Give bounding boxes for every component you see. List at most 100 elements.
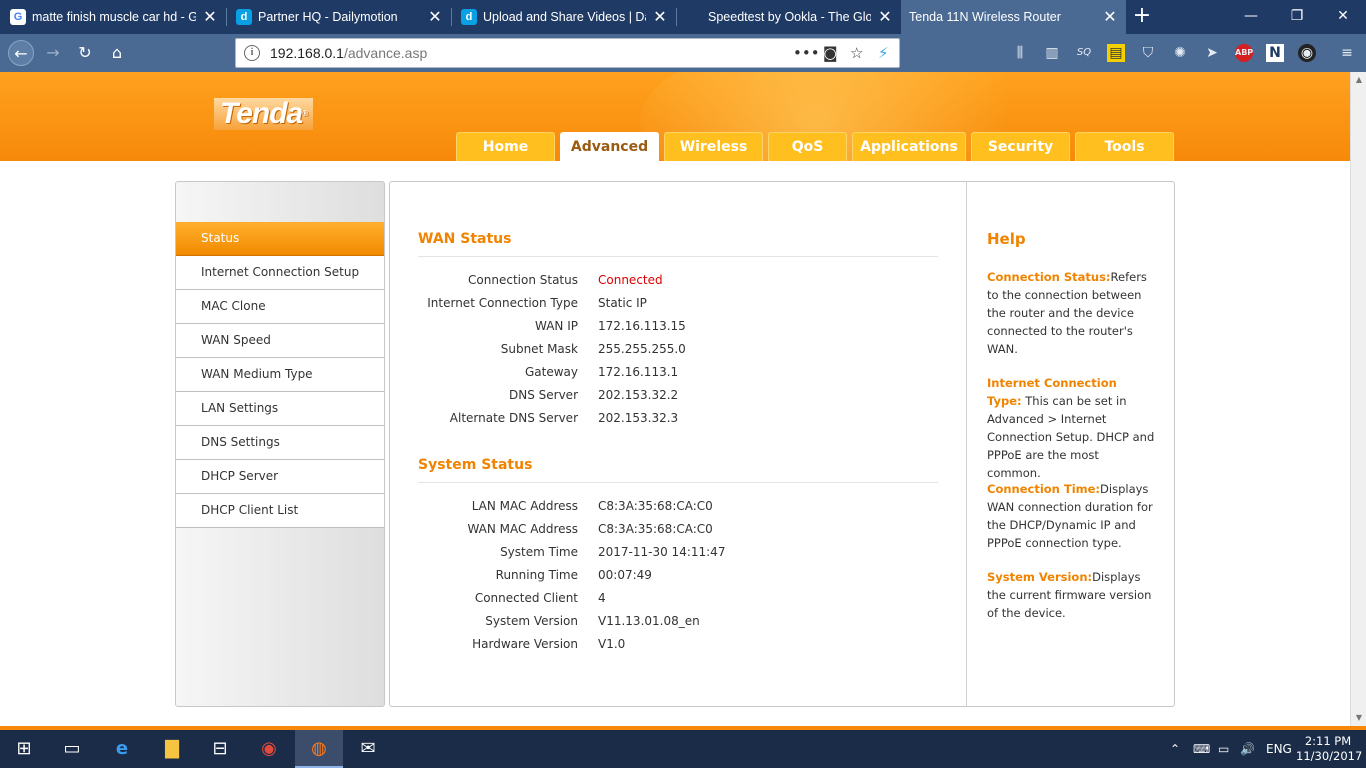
- notes-icon[interactable]: ▤: [1107, 44, 1125, 62]
- scroll-up-icon[interactable]: ▲: [1351, 72, 1366, 88]
- library-icon[interactable]: ⫼: [1011, 44, 1029, 62]
- close-tab-icon[interactable]: ✕: [652, 0, 668, 34]
- sidebar: Status Internet Connection Setup MAC Clo…: [175, 181, 385, 707]
- row-value: 00:07:49: [598, 568, 652, 582]
- sidebar-item-internet-connection-setup[interactable]: Internet Connection Setup: [176, 256, 384, 290]
- reload-button[interactable]: ↻: [72, 40, 98, 66]
- tab-applications[interactable]: Applications: [852, 132, 966, 161]
- sq-icon[interactable]: SQ: [1075, 44, 1093, 62]
- row-value: 255.255.255.0: [598, 342, 686, 356]
- back-button[interactable]: ←: [8, 40, 34, 66]
- site-info-icon[interactable]: i: [244, 45, 260, 61]
- connection-status-value: Connected: [598, 273, 663, 287]
- url-text: 192.168.0.1/advance.asp: [270, 39, 427, 67]
- minimize-icon[interactable]: —: [1228, 0, 1274, 34]
- logo-registered-mark: ®: [302, 109, 308, 118]
- close-tab-icon[interactable]: ✕: [427, 0, 443, 34]
- new-tab-button[interactable]: +: [1130, 2, 1154, 32]
- sidebar-item-status[interactable]: Status: [176, 222, 384, 256]
- browser-toolbar: ← → ↻ ⌂ i 192.168.0.1/advance.asp ••• ◙ …: [0, 34, 1366, 72]
- sidebar-item-wan-medium-type[interactable]: WAN Medium Type: [176, 358, 384, 392]
- wan-row: Internet Connection Type Static IP: [418, 292, 938, 315]
- address-bar[interactable]: i 192.168.0.1/advance.asp ••• ◙ ☆ ⚡: [235, 38, 900, 68]
- close-tab-icon[interactable]: ✕: [1102, 0, 1118, 34]
- row-label: Connected Client: [474, 591, 578, 605]
- row-label: System Time: [500, 545, 578, 559]
- menu-icon[interactable]: ≡: [1338, 44, 1356, 62]
- battery-icon[interactable]: ▭: [1218, 730, 1229, 768]
- sidebar-item-dns-settings[interactable]: DNS Settings: [176, 426, 384, 460]
- tab-wireless[interactable]: Wireless: [664, 132, 763, 161]
- wan-row: WAN IP 172.16.113.15: [418, 315, 938, 338]
- sidebar-item-wan-speed[interactable]: WAN Speed: [176, 324, 384, 358]
- status-panel: WAN Status Connection Status Connected In…: [389, 181, 1175, 707]
- browser-tab[interactable]: G matte finish muscle car hd - Go ✕: [0, 0, 226, 34]
- scroll-down-icon[interactable]: ▼: [1351, 710, 1366, 726]
- close-window-icon[interactable]: ✕: [1320, 0, 1366, 34]
- volume-icon[interactable]: 🔊: [1240, 730, 1255, 768]
- system-row: LAN MAC Address C8:3A:35:68:CA:C0: [418, 495, 938, 518]
- row-value: 4: [598, 591, 606, 605]
- store-icon[interactable]: ⊟: [196, 730, 244, 768]
- extension-icon[interactable]: ✺: [1171, 44, 1189, 62]
- chrome-icon[interactable]: ◉: [245, 730, 293, 768]
- page-scrollbar[interactable]: ▲ ▼: [1350, 72, 1366, 726]
- close-tab-icon[interactable]: ✕: [877, 0, 893, 34]
- row-label: Connection Status: [468, 273, 578, 287]
- sidebar-item-dhcp-client-list[interactable]: DHCP Client List: [176, 494, 384, 528]
- bookmark-star-icon[interactable]: ☆: [850, 39, 863, 67]
- forward-button[interactable]: →: [40, 40, 66, 66]
- browser-tab[interactable]: d Partner HQ - Dailymotion ✕: [226, 0, 451, 34]
- logo-text: Tenda: [220, 97, 303, 130]
- row-label: Hardware Version: [472, 637, 578, 651]
- firefox-icon[interactable]: ◍: [295, 730, 343, 768]
- tab-tools[interactable]: Tools: [1075, 132, 1174, 161]
- system-row: System Version V11.13.01.08_en: [418, 610, 938, 633]
- tab-advanced[interactable]: Advanced: [560, 132, 659, 161]
- browser-tab[interactable]: d Upload and Share Videos | Daily ✕: [451, 0, 676, 34]
- tab-title: matte finish muscle car hd - Go: [32, 10, 196, 24]
- browser-tab-bar: G matte finish muscle car hd - Go ✕ d Pa…: [0, 0, 1366, 34]
- sidebar-item-mac-clone[interactable]: MAC Clone: [176, 290, 384, 324]
- abp-icon[interactable]: ABP: [1235, 44, 1253, 62]
- sidebar-item-dhcp-server[interactable]: DHCP Server: [176, 460, 384, 494]
- sidebar-icon[interactable]: ▥: [1043, 44, 1061, 62]
- row-value: C8:3A:35:68:CA:C0: [598, 499, 713, 513]
- taskbar-clock[interactable]: 2:11 PM 11/30/2017: [1296, 734, 1362, 764]
- close-tab-icon[interactable]: ✕: [202, 0, 218, 34]
- browser-tab-active[interactable]: Tenda 11N Wireless Router ✕: [901, 0, 1126, 34]
- wan-row: Connection Status Connected: [418, 269, 938, 292]
- tab-home[interactable]: Home: [456, 132, 555, 161]
- shield-icon[interactable]: ⛉: [1139, 44, 1157, 62]
- google-favicon-icon: G: [10, 9, 26, 25]
- sidebar-item-lan-settings[interactable]: LAN Settings: [176, 392, 384, 426]
- language-indicator[interactable]: ENG: [1266, 730, 1292, 768]
- arrow-icon[interactable]: ➤: [1203, 44, 1221, 62]
- row-label: WAN MAC Address: [467, 522, 578, 536]
- system-row: Hardware Version V1.0: [418, 633, 938, 656]
- task-view-icon[interactable]: ▭: [48, 730, 96, 768]
- n-icon[interactable]: N: [1266, 44, 1284, 62]
- tab-title: Upload and Share Videos | Daily: [483, 10, 646, 24]
- mail-icon[interactable]: ✉: [344, 730, 392, 768]
- start-icon[interactable]: ⊞: [0, 730, 48, 768]
- tab-security[interactable]: Security: [971, 132, 1070, 161]
- dailymotion-favicon-icon: d: [236, 9, 252, 25]
- restore-icon[interactable]: ❐: [1274, 0, 1320, 34]
- home-button[interactable]: ⌂: [104, 40, 130, 66]
- row-value: Static IP: [598, 296, 647, 310]
- row-value: 172.16.113.1: [598, 365, 679, 379]
- browser-tab[interactable]: Speedtest by Ookla - The Globa ✕: [676, 0, 901, 34]
- lightning-icon[interactable]: ⚡: [878, 39, 889, 67]
- file-explorer-icon[interactable]: ▇: [148, 730, 196, 768]
- network-icon[interactable]: ⌨: [1193, 730, 1210, 768]
- tab-title: Tenda 11N Wireless Router: [909, 10, 1061, 24]
- help-key: Connection Time:: [987, 482, 1101, 496]
- edge-icon[interactable]: e: [98, 730, 146, 768]
- page-actions-icon[interactable]: •••: [793, 39, 820, 67]
- pocket-icon[interactable]: ◙: [823, 39, 838, 67]
- tab-qos[interactable]: QoS: [768, 132, 847, 161]
- camera-icon[interactable]: ◉: [1298, 44, 1316, 62]
- speedtest-favicon-icon: [686, 9, 702, 25]
- tray-chevron-icon[interactable]: ⌃: [1170, 730, 1180, 768]
